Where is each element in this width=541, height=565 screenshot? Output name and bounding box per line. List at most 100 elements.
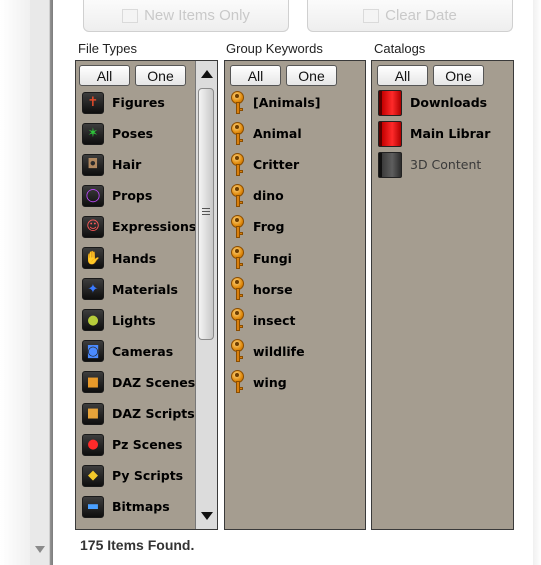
new-items-only-label: New Items Only (144, 7, 250, 24)
key-icon-part (235, 93, 239, 98)
keyword-label: Frog (253, 219, 285, 235)
file-type-label: Materials (112, 281, 178, 297)
file-type-item[interactable]: ◙ Cameras (82, 338, 173, 365)
key-icon (231, 214, 245, 239)
key-icon-part (239, 356, 243, 360)
group-keywords-list[interactable]: All One [Animals] Animal Critter dino Frog Fu… (224, 60, 366, 530)
key-icon-part (239, 231, 243, 235)
grip-line (202, 214, 210, 215)
catalogs-list[interactable]: All One Downloads Main Librar 3D Content (371, 60, 514, 530)
keyword-label: wing (253, 374, 287, 390)
catalogs-header: Catalogs (374, 41, 426, 56)
keyword-item[interactable]: Frog (231, 213, 284, 240)
file-type-label: Bitmaps (112, 499, 170, 515)
key-icon (231, 339, 245, 363)
catalogs-all-button[interactable]: All (377, 65, 428, 86)
group-keywords-one-button[interactable]: One (286, 65, 337, 86)
file-type-item[interactable]: ◆ Py Scripts (82, 462, 183, 489)
keyword-label: Animal (253, 126, 302, 142)
file-type-item[interactable]: ✝ Figures (82, 89, 165, 116)
hair-icon: ◘ (82, 153, 104, 176)
file-type-item[interactable]: ◯ Props (82, 182, 152, 209)
keyword-item[interactable]: horse (231, 276, 293, 303)
catalog-label: 3D Content (410, 157, 482, 173)
pz-scene-icon: ● (82, 433, 104, 456)
catalog-item[interactable]: Main Librar (378, 120, 490, 147)
key-icon-part (239, 107, 243, 111)
key-icon (231, 152, 245, 177)
catalogs-one-button[interactable]: One (433, 65, 484, 86)
catalog-label: Main Librar (410, 126, 491, 142)
keyword-label: Fungi (253, 250, 292, 266)
keyword-item[interactable]: wing (231, 369, 287, 396)
py-script-icon: ◆ (82, 464, 104, 487)
key-icon-part (235, 155, 239, 160)
file-types-all-button[interactable]: All (79, 65, 130, 86)
keyword-item[interactable]: [Animals] (231, 89, 320, 116)
clear-date-label: Clear Date (385, 7, 457, 24)
new-items-only-button[interactable]: New Items Only (83, 0, 289, 32)
key-icon (231, 277, 245, 301)
keyword-item[interactable]: wildlife (231, 338, 305, 365)
file-types-scrollbar[interactable] (195, 61, 217, 529)
file-type-label: Poses (112, 126, 154, 142)
file-type-label: DAZ Scripts (112, 406, 195, 421)
daz-scene-icon: ■ (82, 371, 104, 394)
material-icon: ✦ (82, 278, 104, 301)
key-icon-part (239, 263, 243, 266)
file-type-label: Props (112, 188, 153, 204)
expression-icon: ☺ (82, 215, 104, 238)
catalog-item[interactable]: Downloads (378, 89, 487, 116)
key-icon (231, 370, 245, 394)
key-icon-part (239, 169, 243, 173)
group-keywords-all-button[interactable]: All (230, 65, 281, 86)
keyword-item[interactable]: Animal (231, 120, 302, 147)
clear-date-button[interactable]: Clear Date (307, 0, 513, 32)
keyword-item[interactable]: dino (231, 182, 284, 209)
keyword-label: Critter (253, 157, 300, 173)
scroll-up-arrow-icon[interactable] (201, 70, 213, 78)
keyword-label: dino (253, 188, 284, 204)
key-icon-part (239, 294, 243, 298)
file-type-label: Hands (112, 250, 157, 266)
catalog-item[interactable]: 3D Content (378, 151, 481, 178)
scrollbar-thumb[interactable] (198, 88, 214, 340)
file-type-item[interactable]: ✶ Poses (82, 120, 153, 147)
keyword-label: insect (253, 312, 296, 328)
file-types-list[interactable]: All One ✝ Figures ✶ Poses ◘ Hair ◯ Props ☺ Expres… (75, 60, 218, 530)
file-types-one-button[interactable]: One (135, 65, 186, 86)
key-icon-part (239, 325, 243, 329)
keyword-label: horse (253, 281, 293, 297)
keyword-item[interactable]: Critter (231, 151, 299, 178)
file-type-label: Hair (112, 157, 142, 173)
keyword-item[interactable]: Fungi (231, 245, 292, 272)
file-type-label: DAZ Scenes (112, 374, 196, 390)
file-type-item[interactable]: ■ DAZ Scripts (82, 400, 195, 427)
key-icon (231, 308, 245, 332)
file-type-item[interactable]: ● Lights (82, 307, 156, 334)
scroll-down-arrow-icon[interactable] (35, 546, 45, 553)
file-type-item[interactable]: ◘ Hair (82, 151, 141, 178)
items-found-status: 175 Items Found. (80, 537, 195, 553)
light-icon: ● (82, 309, 104, 332)
catalog-book-icon (378, 120, 402, 147)
file-type-item[interactable]: ☺ Expressions (82, 213, 196, 240)
keyword-label: wildlife (253, 343, 305, 359)
file-type-item[interactable]: ● Pz Scenes (82, 431, 183, 458)
file-type-item[interactable]: ▬ Bitmaps (82, 493, 170, 520)
key-icon-part (239, 200, 243, 204)
new-items-icon (122, 8, 139, 23)
catalog-label: Downloads (410, 95, 488, 110)
key-icon-part (239, 138, 243, 142)
calendar-icon (363, 8, 380, 23)
file-type-item[interactable]: ✋ Hands (82, 245, 156, 272)
keyword-item[interactable]: insect (231, 307, 296, 334)
file-type-item[interactable]: ✦ Materials (82, 276, 178, 303)
key-icon-part (235, 124, 239, 129)
file-type-item[interactable]: ■ DAZ Scenes (82, 369, 195, 396)
hand-icon: ✋ (82, 247, 104, 269)
key-icon (231, 183, 245, 208)
scroll-down-arrow-icon[interactable] (201, 512, 213, 520)
key-icon (231, 246, 245, 270)
outer-scrollbar[interactable] (30, 0, 50, 565)
